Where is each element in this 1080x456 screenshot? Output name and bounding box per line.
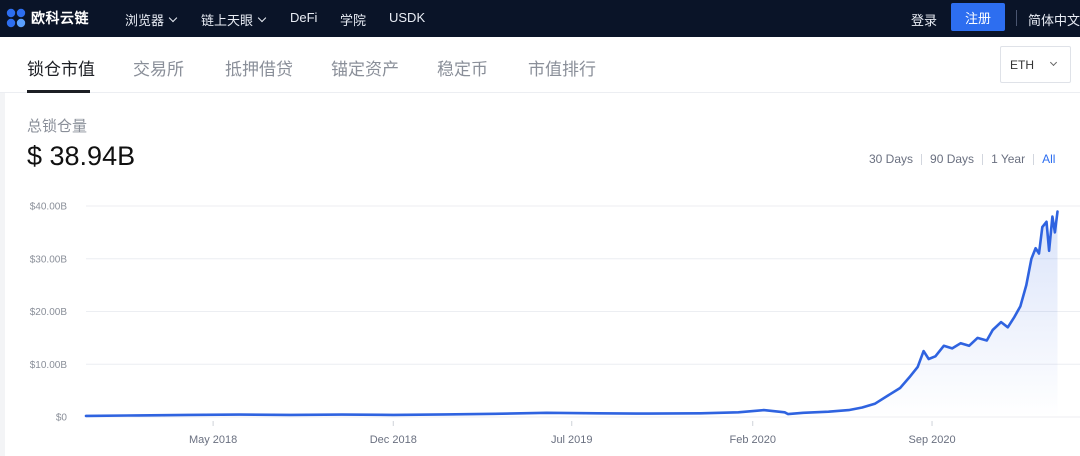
x-tick-label: Feb 2020 bbox=[729, 434, 775, 446]
tab-locked-value[interactable]: 锁仓市值 bbox=[27, 55, 95, 80]
tab-lending[interactable]: 抵押借贷 bbox=[225, 55, 293, 80]
y-tick-label: $20.00B bbox=[30, 307, 68, 318]
logo[interactable]: 欧科云链 bbox=[6, 8, 89, 28]
time-range-selector: 30 Days 90 Days 1 Year All bbox=[869, 152, 1055, 166]
chevron-down-icon bbox=[257, 13, 267, 22]
nav-item-onchain-eye[interactable]: 链上天眼 bbox=[201, 10, 267, 29]
top-nav-bar: 欧科云链 浏览器 链上天眼 DeFi 学院 USDK 登录 注册 简体中文 bbox=[0, 0, 1080, 37]
tab-market-cap-ranking[interactable]: 市值排行 bbox=[528, 55, 596, 80]
logo-text: 欧科云链 bbox=[31, 10, 89, 26]
register-button[interactable]: 注册 bbox=[951, 3, 1005, 31]
category-tabs: 锁仓市值 交易所 抵押借贷 锚定资产 稳定币 市值排行 ETH bbox=[0, 37, 1080, 93]
nav-item-label: 学院 bbox=[340, 13, 367, 28]
tab-pegged-assets[interactable]: 锚定资产 bbox=[331, 55, 399, 80]
nav-item-usdk[interactable]: USDK bbox=[389, 10, 425, 25]
y-tick-label: $40.00B bbox=[30, 202, 68, 213]
range-all[interactable]: All bbox=[1042, 152, 1055, 166]
nav-item-defi[interactable]: DeFi bbox=[290, 10, 317, 25]
range-separator bbox=[1033, 153, 1035, 165]
tvl-line-chart: $0 $10.00B $20.00B $30.00B $40.00B May 2018 D… bbox=[30, 202, 1080, 446]
x-tick-label: Dec 2018 bbox=[370, 434, 417, 446]
language-selector[interactable]: 简体中文 bbox=[1028, 10, 1080, 29]
total-locked-value: $ 38.94B bbox=[27, 141, 136, 171]
y-tick-label: $0 bbox=[56, 413, 68, 424]
token-select[interactable]: ETH bbox=[1000, 46, 1071, 83]
x-tick-label: Sep 2020 bbox=[908, 434, 955, 446]
range-30-days[interactable]: 30 Days bbox=[869, 152, 913, 166]
token-select-value: ETH bbox=[1010, 58, 1034, 72]
series-area bbox=[86, 211, 1058, 417]
chevron-down-icon bbox=[1049, 58, 1058, 67]
range-90-days[interactable]: 90 Days bbox=[930, 152, 974, 166]
nav-divider bbox=[1016, 10, 1017, 26]
active-tab-indicator bbox=[27, 90, 90, 93]
chevron-down-icon bbox=[168, 13, 178, 22]
tab-exchanges[interactable]: 交易所 bbox=[133, 55, 184, 80]
nav-item-label: 浏览器 bbox=[125, 13, 165, 28]
nav-item-label: USDK bbox=[389, 10, 426, 25]
range-separator bbox=[982, 153, 984, 165]
y-tick-label: $10.00B bbox=[30, 360, 68, 371]
nav-item-label: DeFi bbox=[290, 10, 318, 25]
total-locked-label: 总锁仓量 bbox=[27, 118, 88, 135]
nav-item-browser[interactable]: 浏览器 bbox=[125, 10, 178, 29]
x-tick-label: May 2018 bbox=[189, 434, 237, 446]
range-1-year[interactable]: 1 Year bbox=[991, 152, 1025, 166]
nav-item-academy[interactable]: 学院 bbox=[340, 10, 366, 29]
nav-item-label: 链上天眼 bbox=[201, 13, 254, 28]
tab-stablecoins[interactable]: 稳定币 bbox=[437, 55, 488, 80]
range-separator bbox=[921, 153, 923, 165]
logo-icon bbox=[6, 8, 26, 28]
login-link[interactable]: 登录 bbox=[911, 10, 937, 29]
x-tick-label: Jul 2019 bbox=[551, 434, 593, 446]
y-tick-label: $30.00B bbox=[30, 254, 68, 265]
